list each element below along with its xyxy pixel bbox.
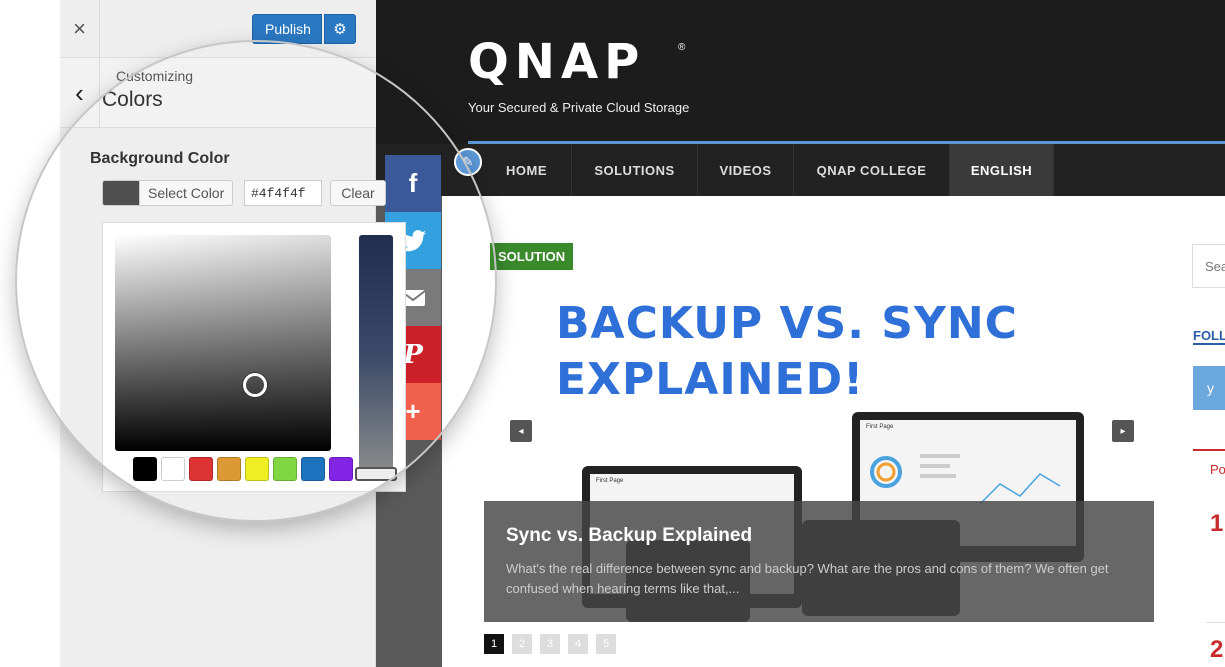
palette-swatch-green[interactable] — [273, 457, 297, 481]
page-button[interactable]: 2 — [512, 634, 532, 654]
page-button[interactable]: 1 — [484, 634, 504, 654]
edit-pencil-icon[interactable]: ✎ — [454, 148, 482, 176]
settings-button[interactable]: ⚙ — [324, 14, 356, 44]
sidebar-search-input[interactable]: Sea — [1192, 244, 1225, 288]
popular-rank-2: 2 — [1210, 636, 1224, 663]
hero-title: BACKUP VS. SYNC EXPLAINED! — [556, 296, 1018, 408]
pinterest-icon: P — [403, 339, 423, 370]
main-nav: HOME SOLUTIONS VIDEOS QNAP COLLEGE ENGLI… — [376, 144, 1225, 196]
popular-divider — [1193, 449, 1225, 451]
popular-tab[interactable]: Po — [1210, 462, 1225, 477]
clear-button[interactable]: Clear — [330, 180, 386, 206]
screen-title: First Page — [866, 424, 894, 430]
nav-english[interactable]: ENGLISH — [950, 144, 1054, 196]
gear-icon: ⚙ — [333, 21, 347, 38]
slide-caption-title[interactable]: Sync vs. Backup Explained — [506, 525, 752, 547]
palette-swatch-yellow[interactable] — [245, 457, 269, 481]
select-color-label: Select Color — [139, 181, 232, 205]
slide-caption: Sync vs. Backup Explained What's the rea… — [484, 501, 1154, 622]
hero-title-line: EXPLAINED! — [556, 354, 865, 405]
select-color-button[interactable]: Select Color — [102, 180, 234, 206]
section-title: Colors — [102, 88, 163, 111]
twitter-icon: y — [1207, 380, 1214, 396]
site-preview: QNAP ® Your Secured & Private Cloud Stor… — [376, 0, 1225, 667]
palette-swatch-black[interactable] — [133, 457, 157, 481]
palette-swatch-white[interactable] — [161, 457, 185, 481]
palette-swatch-orange[interactable] — [217, 457, 241, 481]
customizer-panel: × ‹ Customizing Colors Background Color … — [60, 0, 406, 667]
page-button[interactable]: 5 — [596, 634, 616, 654]
saturation-value-area[interactable] — [115, 235, 331, 451]
color-picker-handle[interactable] — [243, 373, 267, 397]
follow-heading: FOLL — [1193, 328, 1225, 345]
facebook-share-button[interactable]: f — [385, 155, 441, 212]
color-palette — [133, 457, 353, 481]
category-tag[interactable]: SOLUTION — [490, 243, 574, 270]
more-icon: + — [405, 396, 421, 426]
facebook-icon: f — [408, 168, 418, 198]
hue-slider[interactable] — [359, 235, 393, 475]
nav-qnap-college[interactable]: QNAP COLLEGE — [794, 144, 950, 196]
nav-videos[interactable]: VIDEOS — [698, 144, 794, 196]
color-picker — [102, 222, 406, 492]
palette-swatch-blue[interactable] — [301, 457, 325, 481]
slide-caption-text: What's the real difference between sync … — [506, 561, 1109, 596]
nav-home[interactable]: HOME — [482, 144, 572, 196]
breadcrumb: Customizing — [116, 68, 194, 84]
slider-pagination: 1 2 3 4 5 — [484, 634, 616, 654]
site-tagline: Your Secured & Private Cloud Storage — [468, 100, 690, 115]
page-button[interactable]: 3 — [540, 634, 560, 654]
site-logo[interactable]: QNAP — [468, 34, 645, 90]
screenshot-stage: QNAP ® Your Secured & Private Cloud Stor… — [0, 0, 1225, 667]
screen-title: First Page — [596, 478, 624, 484]
background-color-label: Background Color — [90, 150, 230, 167]
palette-swatch-red[interactable] — [189, 457, 213, 481]
close-button[interactable]: × — [60, 0, 100, 58]
twitter-follow-button[interactable]: y — [1193, 366, 1225, 410]
current-color-swatch — [103, 181, 139, 205]
slider-next-button[interactable]: ▸ — [1112, 420, 1134, 442]
hue-slider-handle[interactable] — [355, 467, 397, 481]
slider-prev-button[interactable]: ◂ — [510, 420, 532, 442]
back-button[interactable]: ‹ — [60, 58, 100, 128]
sidebar-divider — [1206, 622, 1225, 623]
hero-title-line: BACKUP VS. SYNC — [556, 298, 1018, 349]
popular-rank-1: 1 — [1210, 510, 1224, 537]
palette-swatch-purple[interactable] — [329, 457, 353, 481]
registered-mark: ® — [678, 42, 686, 53]
section-header: ‹ Customizing Colors — [60, 58, 376, 128]
hex-color-input[interactable] — [244, 180, 322, 206]
page-button[interactable]: 4 — [568, 634, 588, 654]
publish-button[interactable]: Publish — [252, 14, 322, 44]
nav-solutions[interactable]: SOLUTIONS — [572, 144, 698, 196]
site-header: QNAP ® Your Secured & Private Cloud Stor… — [376, 0, 1225, 144]
